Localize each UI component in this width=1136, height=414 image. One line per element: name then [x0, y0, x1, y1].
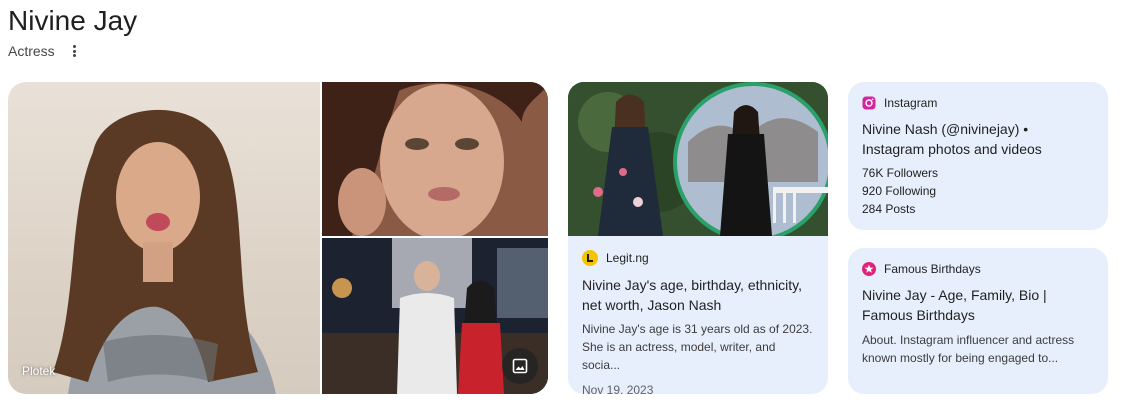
famous-birthdays-source-row: Famous Birthdays	[862, 262, 1094, 276]
legit-source-row: Legit.ng	[582, 250, 814, 266]
famous-birthdays-logo-icon	[862, 262, 876, 276]
instagram-source-name: Instagram	[884, 96, 938, 110]
legit-snippet-line1: Nivine Jay's age is 31 years old as of 2…	[582, 322, 813, 336]
main-photo[interactable]: Plotek	[8, 82, 320, 394]
legit-snippet-line2: She is an actress, model, writer, and so…	[582, 340, 776, 372]
main-photo-art	[53, 109, 276, 394]
closeup-photo-art	[322, 82, 548, 236]
closeup-photo[interactable]	[322, 82, 548, 236]
instagram-card-body: Instagram Nivine Nash (@nivinejay) • Ins…	[862, 96, 1094, 218]
famous-birthdays-result-card[interactable]: Famous Birthdays Nivine Jay - Age, Famil…	[848, 248, 1108, 394]
more-options-icon[interactable]	[69, 43, 81, 59]
image-credit: Plotek	[22, 364, 56, 378]
legit-thumbnail	[568, 82, 828, 236]
instagram-logo-icon	[862, 96, 876, 110]
instagram-result-card[interactable]: Instagram Nivine Nash (@nivinejay) • Ins…	[848, 82, 1108, 230]
legit-card-body: Legit.ng Nivine Jay's age, birthday, eth…	[582, 250, 814, 394]
legit-thumbnail-art	[568, 82, 828, 236]
couple-photo[interactable]	[322, 238, 548, 394]
famous-birthdays-title[interactable]: Nivine Jay - Age, Family, Bio | Famous B…	[862, 285, 1094, 325]
instagram-followers: 76K Followers	[862, 166, 939, 180]
image-collage: Plotek	[8, 82, 548, 394]
view-images-button[interactable]	[502, 348, 538, 384]
legit-result-card[interactable]: Legit.ng Nivine Jay's age, birthday, eth…	[568, 82, 828, 394]
legit-date: Nov 19, 2023	[582, 383, 654, 394]
legit-logo-icon	[582, 250, 598, 266]
subtitle-row: Actress	[8, 43, 81, 59]
legit-source-name: Legit.ng	[606, 251, 649, 265]
instagram-following: 920 Following	[862, 184, 937, 198]
famous-birthdays-card-body: Famous Birthdays Nivine Jay - Age, Famil…	[862, 262, 1094, 367]
entity-subtitle: Actress	[8, 43, 55, 59]
instagram-source-row: Instagram	[862, 96, 1094, 110]
famous-birthdays-snippet-line2: known mostly for being engaged to...	[862, 351, 1059, 365]
instagram-title[interactable]: Nivine Nash (@nivinejay) • Instagram pho…	[862, 119, 1094, 159]
image-icon	[512, 358, 528, 374]
famous-birthdays-snippet-line1: About. Instagram influencer and actress	[862, 333, 1075, 347]
legit-title[interactable]: Nivine Jay's age, birthday, ethnicity, n…	[582, 275, 814, 315]
entity-title: Nivine Jay	[8, 5, 138, 36]
instagram-posts: 284 Posts	[862, 202, 916, 216]
famous-birthdays-source-name: Famous Birthdays	[884, 262, 981, 276]
